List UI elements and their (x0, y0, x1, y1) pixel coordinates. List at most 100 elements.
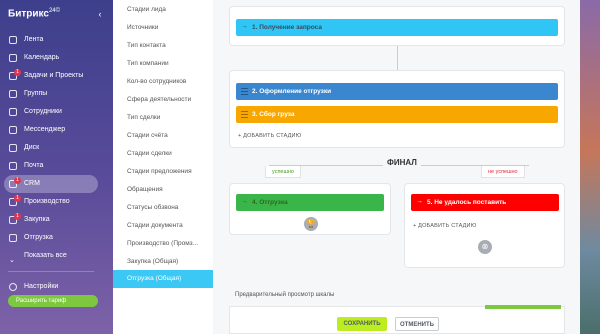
stage-label: 2. Оформление отгрузки (252, 88, 332, 95)
process-stages-card: 2. Оформление отгрузки 3. Сбор груза + Д… (229, 70, 565, 148)
nav-label: Лента (24, 36, 44, 43)
left-navigation: Битрикс24© ‹ Лента Календарь 1 Задачи и П… (0, 0, 113, 334)
nav-item-groups[interactable]: Группы (4, 85, 98, 103)
drag-handle-icon[interactable] (241, 88, 248, 95)
nav-divider (8, 271, 94, 272)
stage-item[interactable]: → 4. Отгрузка (236, 194, 384, 211)
chevron-down-icon: ⌄ (9, 257, 15, 264)
nav-item-calendar[interactable]: Календарь (4, 49, 98, 67)
cancel-button[interactable]: ОТМЕНИТЬ (395, 317, 439, 331)
nav-item-tasks[interactable]: 1 Задачи и Проекты (4, 67, 98, 85)
settings-item-deal-type[interactable]: Тип сделки (113, 109, 213, 127)
upgrade-plan-label: Расширить тариф (16, 298, 67, 304)
settings-item-lead-stages[interactable]: Стадии лида (113, 1, 213, 19)
settings-item-production[interactable]: Производство (Промз... (113, 235, 213, 253)
messenger-icon (9, 126, 17, 134)
drag-arrow-icon[interactable]: → (241, 23, 248, 30)
crm-settings-menu: Стадии лида Источники Тип контакта Тип к… (113, 0, 213, 334)
cancel-circle-icon: ⊗ (478, 240, 492, 254)
nav-label: Мессенджер (24, 126, 66, 133)
preview-success-segment (485, 305, 561, 309)
nav-item-settings[interactable]: Настройки (4, 278, 98, 296)
nav-item-disk[interactable]: Диск (4, 139, 98, 157)
nav-item-purchase[interactable]: 1 Закупка (4, 211, 98, 229)
shipment-icon (9, 234, 17, 242)
gear-icon (9, 283, 17, 291)
mail-icon (9, 162, 17, 170)
nav-item-messenger[interactable]: Мессенджер (4, 121, 98, 139)
nav-label: Производство (24, 198, 70, 205)
settings-item-industry[interactable]: Сфера деятельности (113, 91, 213, 109)
stage-item[interactable]: 3. Сбор груза (236, 106, 558, 123)
settings-item-quote-stages[interactable]: Стадии предложения (113, 163, 213, 181)
nav-label: Настройки (24, 283, 59, 290)
nav-label: Показать все (24, 252, 67, 259)
success-tag: успешно (265, 166, 301, 178)
brand-suffix: © (55, 8, 61, 14)
settings-item-purchase[interactable]: Закупка (Общая) (113, 253, 213, 271)
settings-item-shipment[interactable]: Отгрузка (Общая) (113, 270, 213, 288)
groups-icon (9, 90, 17, 98)
brand-name: Битрикс (8, 8, 49, 20)
settings-item-document-stages[interactable]: Стадии документа (113, 217, 213, 235)
background-edge (580, 0, 600, 334)
failure-stage-card: → 5. Не удалось поставить + ДОБАВИТЬ СТА… (404, 183, 565, 268)
add-failure-stage-button[interactable]: + ДОБАВИТЬ СТАДИЮ (413, 223, 476, 229)
settings-item-appeals[interactable]: Обращения (113, 181, 213, 199)
settings-item-sources[interactable]: Источники (113, 19, 213, 37)
stage-editor: → 1. Получение запроса 2. Оформление отг… (213, 0, 580, 334)
save-button[interactable]: СОХРАНИТЬ (337, 317, 387, 331)
nav-label: Закупка (24, 216, 50, 223)
disk-icon (9, 144, 17, 152)
stage-connector (397, 46, 398, 70)
nav-label: Группы (24, 90, 48, 97)
settings-item-deal-stages[interactable]: Стадии сделки (113, 145, 213, 163)
nav-item-crm[interactable]: 1 CRM (4, 175, 98, 193)
nav-item-employees[interactable]: Сотрудники (4, 103, 98, 121)
nav-label: Задачи и Проекты (24, 72, 84, 79)
preview-title: Предварительный просмотр шкалы (235, 292, 335, 298)
nav-label: CRM (24, 180, 40, 187)
stage-item[interactable]: 2. Оформление отгрузки (236, 83, 558, 100)
stage-label: 5. Не удалось поставить (427, 199, 507, 206)
drag-arrow-icon[interactable]: → (241, 198, 248, 205)
nav-item-production[interactable]: 1 Производство (4, 193, 98, 211)
final-section-title: ФИНАЛ (383, 158, 421, 167)
feed-icon (9, 36, 17, 44)
settings-item-call-statuses[interactable]: Статусы обзвона (113, 199, 213, 217)
nav-list: Лента Календарь 1 Задачи и Проекты Группы… (4, 31, 98, 296)
nav-item-feed[interactable]: Лента (4, 31, 98, 49)
brand-version: 24 (48, 8, 56, 14)
nav-item-show-all[interactable]: ⌄ Показать все (4, 247, 98, 265)
calendar-icon (9, 54, 17, 62)
trophy-icon: 🏆 (304, 217, 318, 231)
stage-item[interactable]: → 5. Не удалось поставить (411, 194, 559, 211)
failure-tag: не успешно (481, 166, 525, 178)
purchase-counter-badge: 1 (14, 213, 21, 220)
nav-label: Календарь (24, 54, 60, 61)
brand-logo[interactable]: Битрикс24© (8, 8, 60, 19)
settings-item-employee-count[interactable]: Кол-во сотрудников (113, 73, 213, 91)
settings-item-company-type[interactable]: Тип компании (113, 55, 213, 73)
stage-label: 4. Отгрузка (252, 199, 288, 206)
add-stage-button[interactable]: + ДОБАВИТЬ СТАДИЮ (238, 133, 301, 139)
employees-icon (9, 108, 17, 116)
drag-handle-icon[interactable] (241, 111, 248, 118)
initial-stage-card: → 1. Получение запроса (229, 6, 565, 46)
nav-item-mail[interactable]: Почта (4, 157, 98, 175)
stage-label: 1. Получение запроса (252, 24, 322, 31)
settings-item-invoice-stages[interactable]: Стадии счёта (113, 127, 213, 145)
drag-arrow-icon[interactable]: → (416, 198, 423, 205)
stage-label: 3. Сбор груза (252, 111, 295, 118)
menu-collapse-icon[interactable]: ‹ (94, 8, 106, 20)
nav-label: Отгрузка (24, 234, 53, 241)
nav-label: Сотрудники (24, 108, 62, 115)
success-stage-card: → 4. Отгрузка 🏆 (229, 183, 391, 235)
nav-item-shipment[interactable]: Отгрузка (4, 229, 98, 247)
nav-label: Диск (24, 144, 40, 151)
upgrade-plan-button[interactable]: Расширить тариф (8, 295, 98, 307)
nav-label: Почта (24, 162, 44, 169)
tasks-counter-badge: 1 (14, 69, 21, 76)
stage-item[interactable]: → 1. Получение запроса (236, 19, 558, 36)
settings-item-contact-type[interactable]: Тип контакта (113, 37, 213, 55)
